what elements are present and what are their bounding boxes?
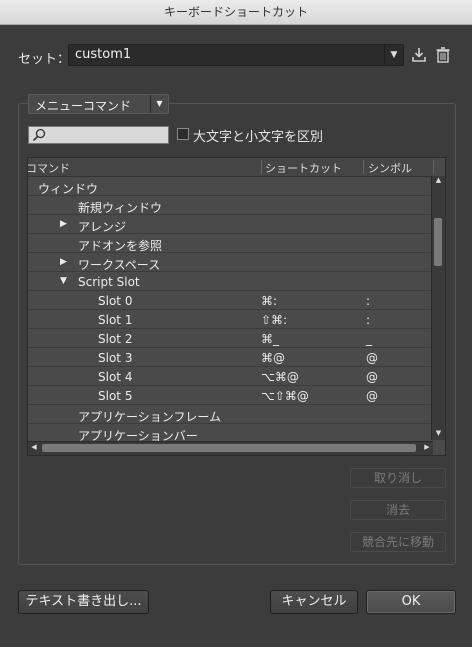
row-command-label: Slot 4 — [98, 370, 133, 384]
cancel-button[interactable]: キャンセル — [270, 590, 358, 614]
scroll-down-arrow-icon[interactable]: ▼ — [432, 429, 445, 440]
row-command-label: Slot 5 — [98, 389, 133, 403]
delete-set-button[interactable] — [434, 46, 452, 64]
undo-button[interactable]: 取り消し — [350, 468, 446, 488]
scroll-right-arrow-icon[interactable]: ▶ — [421, 443, 433, 451]
disclosure-closed-icon[interactable]: ▶ — [60, 257, 67, 267]
row-shortcut[interactable]: ⌘: — [261, 294, 277, 308]
shortcut-table: コマンド ショートカット シンボル ウィンドウ新規ウィンドウ ▶ アレンジアドオンを… — [27, 157, 446, 456]
row-shortcut[interactable]: ⌥⌘@ — [261, 370, 299, 384]
row-shortcut[interactable]: ⌘_ — [261, 332, 279, 346]
window-title: キーボードショートカット — [0, 0, 472, 25]
row-symbol: @ — [366, 389, 378, 403]
table-row[interactable]: アドオンを参照 — [28, 234, 433, 253]
table-rows: ウィンドウ新規ウィンドウ ▶ アレンジアドオンを参照 ▶ ワークスペース ▼ Script … — [28, 177, 433, 443]
vertical-scroll-thumb[interactable] — [434, 218, 442, 266]
column-divider — [433, 160, 434, 174]
scroll-up-arrow-icon[interactable]: ▲ — [432, 176, 445, 187]
row-shortcut[interactable]: ⌘@ — [261, 351, 285, 365]
horizontal-scrollbar[interactable]: ◀ ▶ — [28, 441, 433, 455]
case-sensitive-label: 大文字と小文字を区別 — [193, 130, 324, 145]
table-row[interactable]: Slot 4 ⌥⌘@ @ — [28, 367, 433, 386]
disclosure-closed-icon[interactable]: ▶ — [60, 219, 67, 229]
table-row[interactable]: 新規ウィンドウ — [28, 196, 433, 215]
row-command-label: Slot 1 — [98, 313, 133, 327]
row-command-label: Slot 0 — [98, 294, 133, 308]
table-row[interactable]: Slot 0 ⌘:: — [28, 291, 433, 310]
table-row[interactable]: ▼ Script Slot — [28, 272, 433, 291]
table-row[interactable]: Slot 1 ⇧⌘:: — [28, 310, 433, 329]
magnifier-icon — [32, 128, 46, 142]
row-command-label: Slot 2 — [98, 332, 133, 346]
table-row[interactable]: Slot 2 ⌘_ _ — [28, 329, 433, 348]
column-divider — [261, 160, 262, 174]
chevron-down-icon: ▼ — [150, 95, 168, 113]
row-shortcut[interactable]: ⌥⇧⌘@ — [261, 389, 309, 403]
column-header-symbol[interactable]: シンボル — [368, 160, 412, 176]
table-row[interactable]: Slot 3 ⌘@ @ — [28, 348, 433, 367]
clear-button[interactable]: 消去 — [350, 500, 446, 520]
table-row[interactable]: ▶ ワークスペース — [28, 253, 433, 272]
ok-button[interactable]: OK — [366, 590, 456, 614]
row-symbol: : — [366, 313, 371, 327]
set-dropdown[interactable]: custom1 ▼ — [68, 44, 404, 66]
table-row[interactable]: ウィンドウ — [28, 177, 433, 196]
table-header: コマンド ショートカット シンボル — [28, 158, 434, 177]
row-command-label: Script Slot — [78, 275, 140, 289]
case-sensitive-checkbox[interactable] — [177, 128, 189, 140]
row-command-label: 新規ウィンドウ — [78, 201, 163, 215]
row-command-label: アプリケーションフレーム — [78, 410, 222, 424]
export-text-button[interactable]: テキスト書き出し... — [18, 590, 149, 614]
command-type-dropdown[interactable]: メニューコマンド ▼ — [28, 94, 169, 114]
row-command-label: アドオンを参照 — [78, 239, 163, 253]
chevron-down-icon: ▼ — [384, 45, 403, 65]
search-input[interactable] — [28, 126, 169, 144]
column-divider — [363, 160, 364, 174]
row-symbol: @ — [366, 370, 378, 384]
scroll-left-arrow-icon[interactable]: ◀ — [28, 443, 40, 451]
table-row[interactable]: Slot 5 ⌥⇧⌘@ @ — [28, 386, 433, 405]
goto-conflict-button[interactable]: 競合先に移動 — [350, 532, 446, 552]
save-set-button[interactable] — [410, 46, 428, 64]
row-command-label: アレンジ — [78, 220, 127, 234]
row-shortcut[interactable]: ⇧⌘: — [261, 313, 287, 327]
column-header-command[interactable]: コマンド — [28, 160, 70, 176]
row-symbol: _ — [366, 332, 372, 346]
command-type-value: メニューコマンド — [35, 99, 132, 113]
vertical-scrollbar[interactable]: ▲ ▼ — [431, 176, 445, 440]
horizontal-scroll-thumb[interactable] — [42, 444, 416, 452]
row-symbol: @ — [366, 351, 378, 365]
table-row[interactable]: ▶ アレンジ — [28, 215, 433, 234]
trash-icon — [436, 47, 450, 63]
column-header-shortcut[interactable]: ショートカット — [265, 160, 342, 176]
set-label: セット： — [18, 52, 71, 67]
table-row[interactable]: アプリケーションフレーム — [28, 405, 433, 424]
set-value: custom1 — [75, 47, 132, 62]
disclosure-open-icon[interactable]: ▼ — [60, 276, 67, 286]
row-command-label: Slot 3 — [98, 351, 133, 365]
row-symbol: : — [366, 294, 371, 308]
save-icon — [412, 48, 426, 62]
row-command-label: ウィンドウ — [38, 182, 99, 196]
row-command-label: ワークスペース — [78, 258, 161, 272]
